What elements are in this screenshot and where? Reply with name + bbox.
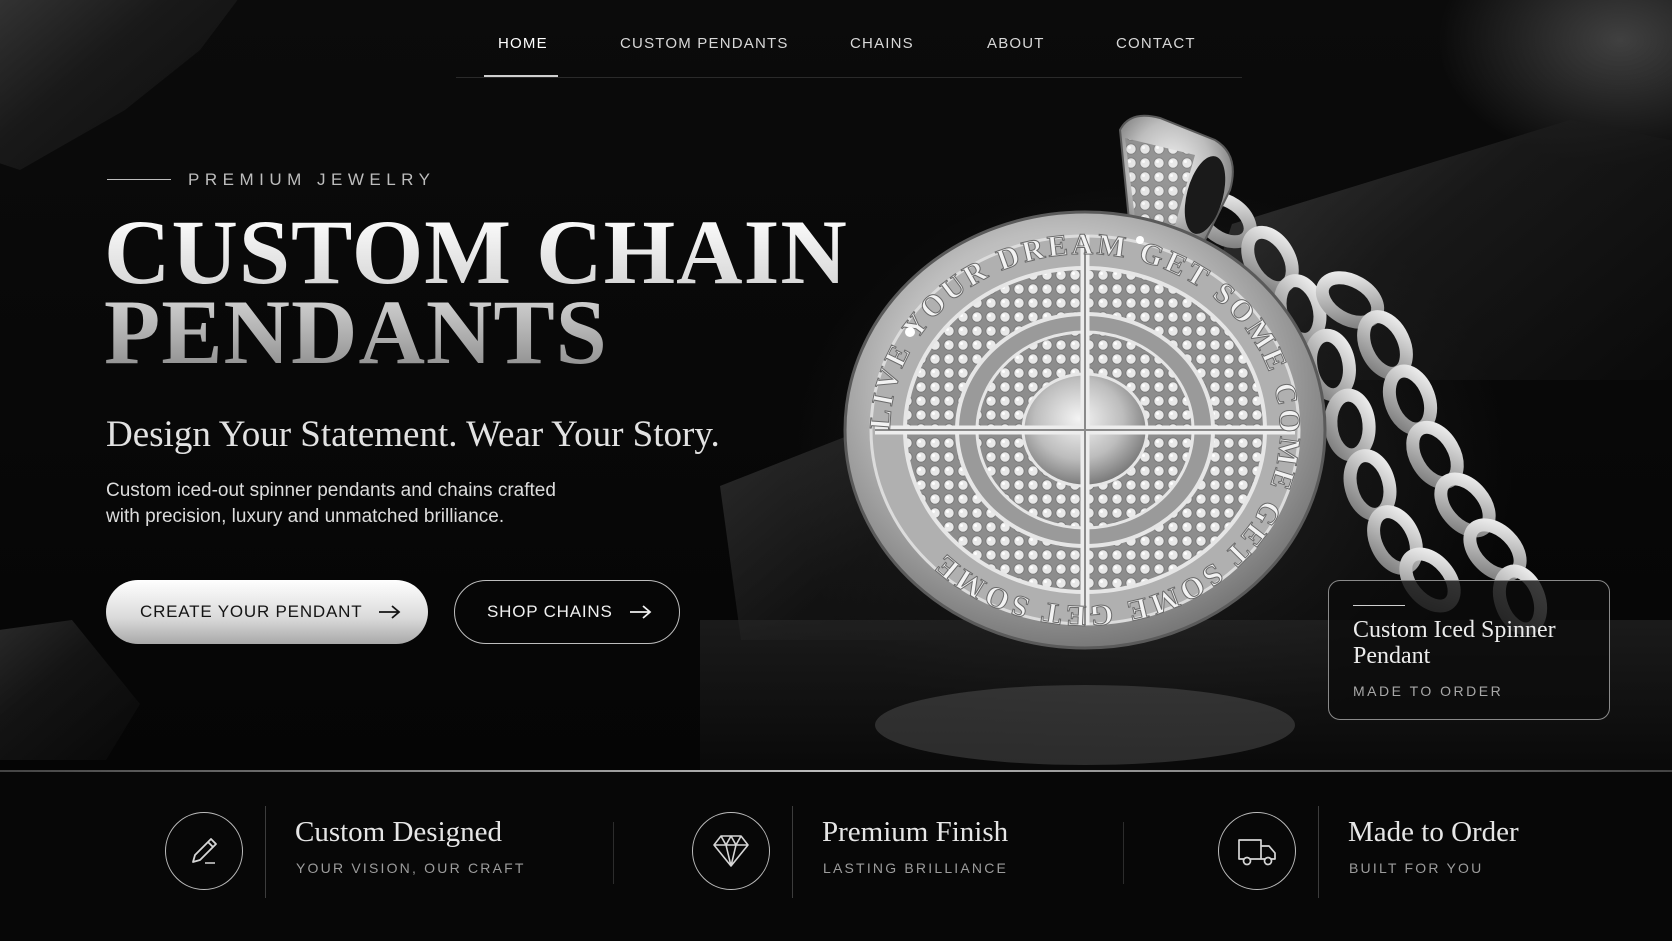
hero-description: Custom iced-out spinner pendants and cha… — [106, 478, 626, 530]
nav-active-indicator — [484, 75, 558, 77]
create-pendant-label: CREATE YOUR PENDANT — [140, 602, 363, 621]
pendant-medallion: LIVE YOUR DREAM GET SOME COME GET SOME G… — [843, 210, 1327, 650]
hero-description-line2: with precision, luxury and unmatched bri… — [106, 506, 505, 527]
eyebrow-divider — [107, 179, 171, 180]
shop-chains-button[interactable]: SHOP CHAINS — [454, 580, 680, 644]
feature-separator — [1123, 822, 1124, 884]
feature-subtitle: BUILT FOR YOU — [1349, 860, 1484, 876]
hero-subtitle: Design Your Statement. Wear Your Story. — [106, 414, 720, 455]
nav-about[interactable]: ABOUT — [987, 35, 1045, 52]
hero-title-line2: PENDANTS — [104, 281, 608, 383]
pendant-reflection — [875, 685, 1295, 765]
rock-top-left — [0, 0, 260, 170]
feature-bar: Custom Designed YOUR VISION, OUR CRAFT P… — [0, 772, 1672, 941]
main-nav: HOME CUSTOM PENDANTS CHAINS ABOUT CONTAC… — [456, 0, 1242, 78]
arrow-right-icon — [379, 605, 401, 619]
feature-subtitle: LASTING BRILLIANCE — [823, 860, 1009, 876]
feature-divider — [792, 806, 793, 898]
feature-separator — [613, 822, 614, 884]
diamond-icon — [692, 812, 770, 890]
hero-title: CUSTOM CHAIN PENDANTS — [104, 212, 864, 372]
feature-subtitle: YOUR VISION, OUR CRAFT — [296, 860, 526, 876]
nav-custom-pendants[interactable]: CUSTOM PENDANTS — [620, 35, 789, 52]
nav-chains[interactable]: CHAINS — [850, 35, 914, 52]
arrow-right-icon — [629, 605, 652, 619]
feature-title: Custom Designed — [295, 816, 503, 848]
card-divider — [1353, 605, 1405, 606]
rock-bottom-left — [0, 620, 140, 760]
create-pendant-button[interactable]: CREATE YOUR PENDANT — [106, 580, 428, 644]
nav-home[interactable]: HOME — [498, 35, 548, 52]
product-card-title: Custom Iced Spinner Pendant — [1353, 617, 1556, 669]
hero-description-line1: Custom iced-out spinner pendants and cha… — [106, 480, 556, 501]
feature-title: Premium Finish — [822, 816, 1009, 848]
nav-contact[interactable]: CONTACT — [1116, 35, 1196, 52]
product-card-subtitle: MADE TO ORDER — [1353, 683, 1504, 699]
shop-chains-label: SHOP CHAINS — [487, 602, 613, 621]
truck-icon — [1218, 812, 1296, 890]
feature-title: Made to Order — [1348, 816, 1519, 848]
product-card[interactable]: Custom Iced Spinner Pendant MADE TO ORDE… — [1328, 580, 1610, 720]
feature-divider — [1318, 806, 1319, 898]
feature-divider — [265, 806, 266, 898]
pencil-icon — [165, 812, 243, 890]
eyebrow-label: PREMIUM JEWELRY — [188, 170, 436, 189]
